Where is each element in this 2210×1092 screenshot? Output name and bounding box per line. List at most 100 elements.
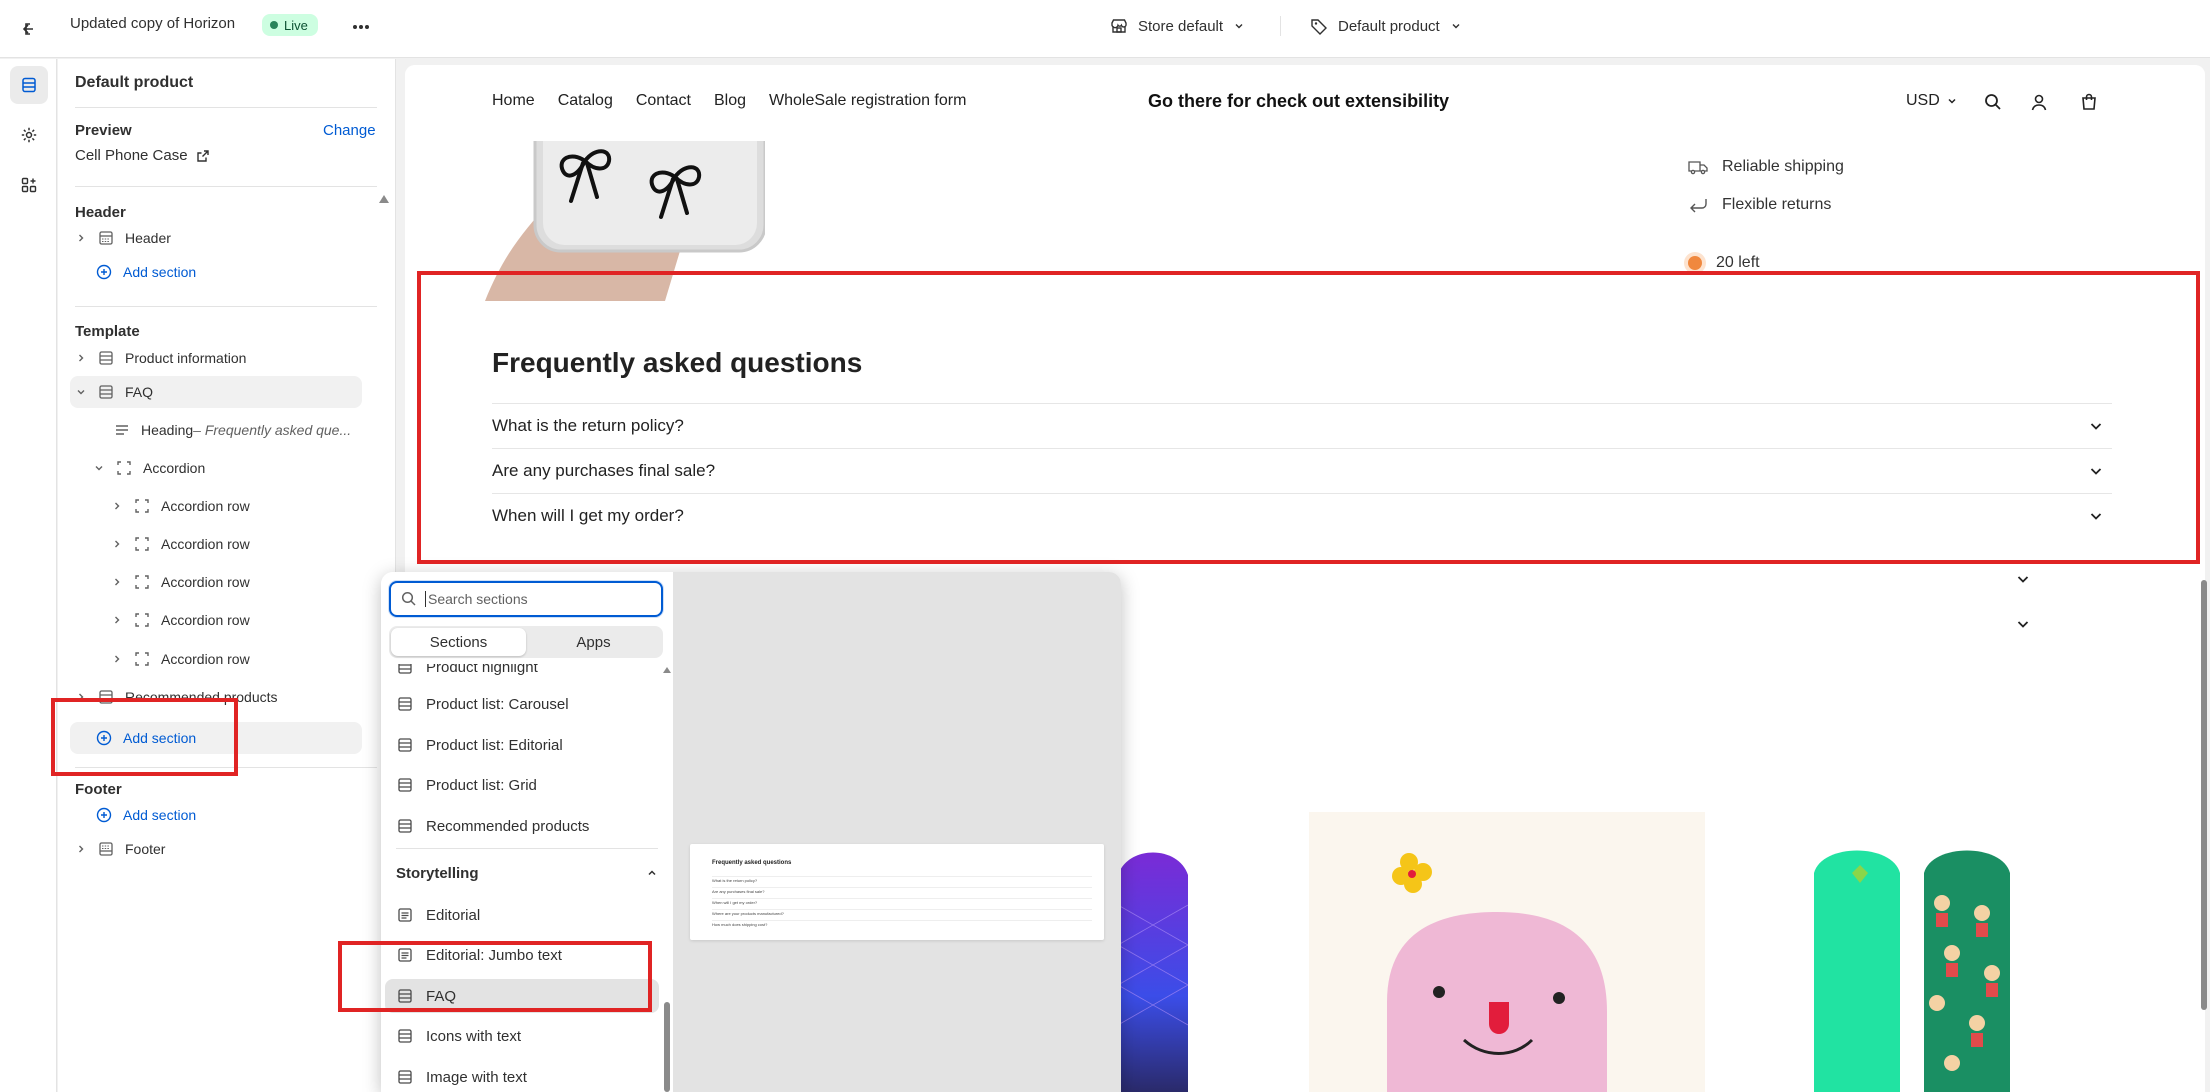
preview-scrollbar[interactable] <box>2201 580 2207 1010</box>
chevron-right-icon[interactable] <box>73 350 89 366</box>
nav-link-home[interactable]: Home <box>492 92 535 110</box>
thumbnail-row: When will I get my order? <box>712 900 758 905</box>
text-section-icon <box>398 908 412 922</box>
template-selector-label: Default product <box>1338 17 1440 35</box>
thumbnail-title: Frequently asked questions <box>712 860 792 866</box>
tree-item-accordion-row[interactable]: Accordion row <box>109 643 369 675</box>
section-option-label: Product list: Carousel <box>426 695 569 713</box>
chevron-right-icon[interactable] <box>109 536 125 552</box>
chevron-down-icon[interactable] <box>73 384 89 400</box>
category-storytelling[interactable]: Storytelling <box>396 858 658 888</box>
cart-icon[interactable] <box>2078 91 2100 113</box>
section-icon <box>97 688 115 706</box>
tree-item-detail: – Frequently asked que... <box>193 422 352 438</box>
section-option[interactable]: Icons with text <box>385 1019 659 1053</box>
truck-icon <box>1688 161 1708 175</box>
product-image-snowboard-purple <box>1118 852 1189 1092</box>
tree-item-accordion-row[interactable]: Accordion row <box>109 528 369 560</box>
section-option[interactable]: Product highlight <box>385 664 659 684</box>
store-brand[interactable]: Go there for check out extensibility <box>1148 91 1449 112</box>
section-option-label: Icons with text <box>426 1027 522 1045</box>
nav-link-catalog[interactable]: Catalog <box>558 92 613 110</box>
nav-link-blog[interactable]: Blog <box>714 92 746 110</box>
live-badge-label: Live <box>284 17 308 33</box>
add-section-footer-button[interactable]: Add section <box>95 799 375 831</box>
chevron-right-icon[interactable] <box>109 574 125 590</box>
add-section-header-button[interactable]: Add section <box>95 256 375 288</box>
chevron-right-icon[interactable] <box>73 841 89 857</box>
tab-apps[interactable]: Apps <box>526 628 661 656</box>
chevron-right-icon[interactable] <box>73 230 89 246</box>
section-option[interactable]: Product list: Carousel <box>385 687 659 721</box>
tree-item-accordion-row[interactable]: Accordion row <box>109 490 369 522</box>
shipping-feature: Reliable shipping <box>1688 158 1844 176</box>
section-option[interactable]: Editorial: Jumbo text <box>385 938 659 972</box>
scroll-up-arrow[interactable] <box>379 195 389 203</box>
tree-item-label: Accordion row <box>161 536 250 552</box>
thumbnail-divider <box>712 876 1092 877</box>
chevron-down-icon[interactable] <box>2015 571 2031 587</box>
tree-item-accordion[interactable]: Accordion <box>91 452 371 484</box>
section-option[interactable]: Editorial <box>385 898 659 932</box>
list-scroll-up-arrow[interactable] <box>663 667 671 673</box>
chevron-down-icon[interactable] <box>2015 616 2031 632</box>
sections-rail-button[interactable] <box>10 66 48 104</box>
chevron-right-icon[interactable] <box>109 612 125 628</box>
search-icon <box>401 591 416 606</box>
chevron-down-icon[interactable] <box>91 460 107 476</box>
product-image-pink-character <box>1309 812 1705 1092</box>
section-option[interactable]: Recommended products <box>385 809 659 843</box>
faq-question-row[interactable]: Are any purchases final sale? <box>492 448 2112 493</box>
tree-item-recommended-products[interactable]: Recommended products <box>73 681 373 713</box>
section-option-faq[interactable]: FAQ <box>385 979 659 1013</box>
tree-item-label: Product information <box>125 350 247 366</box>
tree-item-product-information[interactable]: Product information <box>73 342 373 374</box>
tree-item-header[interactable]: Header <box>73 222 373 254</box>
list-scrollbar-thumb[interactable] <box>664 1002 670 1092</box>
exit-editor-button[interactable] <box>16 14 46 44</box>
chevron-down-icon <box>1948 98 1956 104</box>
section-tree-panel: Default product Preview Change Cell Phon… <box>58 59 396 1092</box>
divider <box>75 186 377 187</box>
section-option[interactable]: Product list: Editorial <box>385 728 659 762</box>
chevron-down-icon <box>2090 468 2102 475</box>
tree-item-accordion-row[interactable]: Accordion row <box>109 604 369 636</box>
text-lines-icon <box>113 421 131 439</box>
preview-product[interactable]: Cell Phone Case <box>75 147 210 164</box>
tree-item-label: Footer <box>125 841 166 857</box>
search-sections-input[interactable]: Search sections <box>389 581 663 617</box>
chevron-right-icon[interactable] <box>109 498 125 514</box>
faq-section[interactable]: Frequently asked questions What is the r… <box>492 347 2112 538</box>
tree-item-footer[interactable]: Footer <box>73 833 373 865</box>
tree-item-faq[interactable]: FAQ <box>70 376 362 408</box>
category-label: Storytelling <box>396 864 479 882</box>
nav-link-wholesale[interactable]: WholeSale registration form <box>769 92 966 110</box>
thumbnail-divider <box>712 909 1092 910</box>
template-selector[interactable]: Default product <box>1310 13 1462 39</box>
section-option[interactable]: Image with text <box>385 1060 659 1092</box>
nav-link-contact[interactable]: Contact <box>636 92 691 110</box>
more-actions-button[interactable] <box>348 14 374 40</box>
faq-question-row[interactable]: When will I get my order? <box>492 493 2112 538</box>
faq-question-row[interactable]: What is the return policy? <box>492 403 2112 448</box>
footer-group-title: Footer <box>75 781 122 798</box>
thumbnail-row: How much does shipping cost? <box>712 922 768 927</box>
tab-sections[interactable]: Sections <box>391 628 526 656</box>
tree-item-label: Heading <box>141 422 194 438</box>
product-image <box>465 141 765 301</box>
account-icon[interactable] <box>2028 91 2050 113</box>
store-selector[interactable]: Store default <box>1110 13 1245 39</box>
add-section-template-button[interactable]: Add section <box>70 722 362 754</box>
change-preview-link[interactable]: Change <box>323 122 376 139</box>
currency-selector[interactable]: USD <box>1906 92 1958 110</box>
chevron-right-icon[interactable] <box>73 689 89 705</box>
section-option[interactable]: Product list: Grid <box>385 768 659 802</box>
search-icon[interactable] <box>1982 91 2004 113</box>
chevron-right-icon[interactable] <box>109 651 125 667</box>
theme-settings-rail-button[interactable] <box>10 116 48 154</box>
app-embeds-rail-button[interactable] <box>10 166 48 204</box>
stock-text: 20 left <box>1716 254 1760 271</box>
tree-item-heading-block[interactable]: Heading – Frequently asked que... <box>113 414 393 446</box>
tree-item-accordion-row[interactable]: Accordion row <box>109 566 369 598</box>
divider <box>396 848 658 849</box>
